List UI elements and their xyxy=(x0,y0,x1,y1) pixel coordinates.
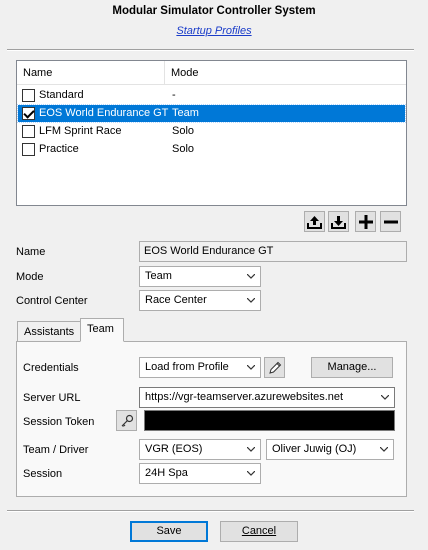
team-dropdown[interactable]: VGR (EOS) xyxy=(139,439,261,460)
control-center-label: Control Center xyxy=(16,295,88,307)
download-button[interactable] xyxy=(328,211,349,232)
profile-name: Practice xyxy=(39,143,79,155)
footer-divider xyxy=(7,510,414,512)
team-value: VGR (EOS) xyxy=(145,443,203,455)
session-label: Session xyxy=(23,468,63,480)
profile-row-eos-world-endurance-gt[interactable]: EOS World Endurance GT Team xyxy=(17,104,406,123)
profile-checkbox[interactable] xyxy=(22,125,35,138)
profile-name: Standard xyxy=(39,89,84,101)
minus-icon xyxy=(383,220,398,223)
credentials-label: Credentials xyxy=(23,362,79,374)
upload-icon xyxy=(307,215,322,229)
window-title: Modular Simulator Controller System xyxy=(112,5,316,17)
chevron-down-icon xyxy=(247,365,255,370)
driver-dropdown[interactable]: Oliver Juwig (OJ) xyxy=(266,439,394,460)
server-url-label: Server URL xyxy=(23,392,81,404)
chevron-down-icon xyxy=(247,298,255,303)
chevron-down-icon xyxy=(380,447,388,452)
driver-value: Oliver Juwig (OJ) xyxy=(272,443,357,455)
startup-profiles-link[interactable]: Startup Profiles xyxy=(0,25,428,37)
name-field[interactable]: EOS World Endurance GT xyxy=(139,241,407,262)
chevron-down-icon xyxy=(247,471,255,476)
profile-checkbox[interactable] xyxy=(22,107,35,120)
profile-checkbox[interactable] xyxy=(22,89,35,102)
mode-value: Team xyxy=(145,270,172,282)
profile-name: LFM Sprint Race xyxy=(39,125,122,137)
manage-button[interactable]: Manage... xyxy=(311,357,393,378)
chevron-down-icon xyxy=(247,447,255,452)
credentials-value: Load from Profile xyxy=(145,361,229,373)
mode-dropdown[interactable]: Team xyxy=(139,266,261,287)
list-header: Name Mode xyxy=(17,61,406,85)
profile-mode: Solo xyxy=(172,143,195,155)
profile-mode: Solo xyxy=(172,125,195,137)
team-driver-label: Team / Driver xyxy=(23,444,89,456)
chevron-down-icon xyxy=(381,395,389,400)
remove-profile-button[interactable] xyxy=(380,211,401,232)
session-token-label: Session Token xyxy=(23,416,95,428)
header-divider xyxy=(7,49,414,51)
profile-checkbox[interactable] xyxy=(22,143,35,156)
profile-mode: - xyxy=(172,89,176,101)
chevron-down-icon xyxy=(247,274,255,279)
tab-assistants[interactable]: Assistants xyxy=(17,321,82,342)
column-header-name[interactable]: Name xyxy=(17,61,165,85)
profile-row-lfm-sprint-race[interactable]: LFM Sprint Race Solo xyxy=(18,123,405,140)
profiles-list[interactable]: Name Mode Standard - EOS World Endurance… xyxy=(16,60,407,206)
add-profile-button[interactable] xyxy=(355,211,376,232)
profile-mode: Team xyxy=(172,107,199,119)
mode-label: Mode xyxy=(16,271,44,283)
upload-button[interactable] xyxy=(304,211,325,232)
name-label: Name xyxy=(16,246,46,258)
session-dropdown[interactable]: 24H Spa xyxy=(139,463,261,484)
session-value: 24H Spa xyxy=(145,467,188,479)
key-icon xyxy=(121,414,133,427)
plus-icon xyxy=(358,214,373,229)
control-center-dropdown[interactable]: Race Center xyxy=(139,290,261,311)
edit-credentials-button[interactable] xyxy=(264,357,285,378)
control-center-value: Race Center xyxy=(145,294,207,306)
profile-row-standard[interactable]: Standard - xyxy=(18,87,405,104)
credentials-dropdown[interactable]: Load from Profile xyxy=(139,357,261,378)
profile-row-practice[interactable]: Practice Solo xyxy=(18,141,405,158)
cancel-button-label: Cancel xyxy=(241,525,277,537)
pencil-icon xyxy=(268,361,281,374)
tab-team[interactable]: Team xyxy=(80,318,124,342)
profile-name: EOS World Endurance GT xyxy=(39,107,169,119)
generate-token-button[interactable] xyxy=(116,410,137,431)
session-token-field[interactable] xyxy=(144,410,395,431)
server-url-input[interactable]: https://vgr-teamserver.azurewebsites.net xyxy=(139,387,395,408)
server-url-value: https://vgr-teamserver.azurewebsites.net xyxy=(145,391,344,403)
save-button[interactable]: Save xyxy=(130,521,208,542)
download-icon xyxy=(331,215,346,229)
cancel-button[interactable]: Cancel xyxy=(220,521,298,542)
column-header-mode[interactable]: Mode xyxy=(165,61,406,85)
